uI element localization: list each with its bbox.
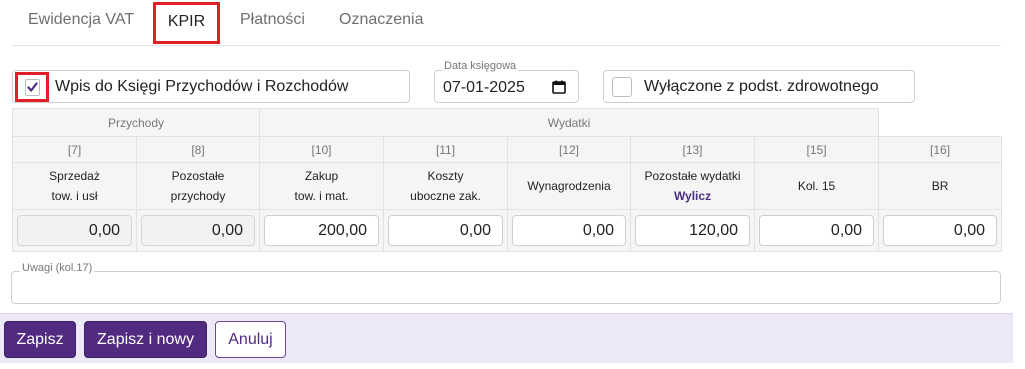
- remarks-input[interactable]: [11, 271, 1001, 304]
- col-title: Pozostałe wydatki: [644, 169, 741, 183]
- excluded-health-checkbox-field[interactable]: Wyłączone z podst. zdrowotnego: [603, 70, 915, 103]
- col-num: [12]: [507, 136, 631, 163]
- col-header-kol15: Kol. 15: [753, 162, 880, 210]
- col-header-br: BR: [878, 162, 1003, 210]
- tab-oznaczenia[interactable]: Oznaczenia: [339, 0, 424, 40]
- col-header-sprzedaz: Sprzedaż tow. i usł: [12, 162, 137, 210]
- group-przychody: Przychody: [12, 108, 260, 137]
- date-field-label: Data księgowa: [442, 60, 519, 72]
- col-header-zakup: Zakup tow. i mat.: [259, 162, 384, 210]
- tab-ewidencja-vat[interactable]: Ewidencja VAT: [28, 0, 134, 40]
- check-icon: [27, 82, 38, 92]
- excluded-health-label: Wyłączone z podst. zdrowotnego: [644, 78, 879, 95]
- tab-bar: Ewidencja VAT KPIR Płatności Oznaczenia: [12, 0, 1001, 46]
- value-field-pozostale-przychody[interactable]: 0,00: [141, 215, 255, 246]
- col-subtitle: tow. i mat.: [294, 189, 349, 203]
- calendar-icon[interactable]: [552, 80, 566, 94]
- kpir-columns-grid: Przychody Wydatki [7] [8] [10] [11] [12]…: [12, 108, 1003, 252]
- date-field[interactable]: 07-01-2025: [434, 70, 579, 103]
- cancel-button[interactable]: Anuluj: [215, 321, 286, 358]
- col-num: [13]: [630, 136, 755, 163]
- excluded-health-checkbox[interactable]: [612, 77, 632, 97]
- kpir-entry-checkbox[interactable]: [25, 79, 40, 96]
- tab-platnosci[interactable]: Płatności: [240, 0, 305, 40]
- col-title: Koszty: [427, 169, 464, 183]
- col-num: [16]: [878, 136, 1003, 163]
- col-subtitle: uboczne zak.: [410, 189, 481, 203]
- wylicz-link[interactable]: Wylicz: [631, 186, 754, 206]
- checkbox-highlight: [15, 72, 49, 102]
- tab-kpir[interactable]: KPIR: [153, 2, 220, 44]
- col-subtitle: tow. i usł: [51, 189, 98, 203]
- col-num: [15]: [753, 136, 880, 163]
- col-num: [7]: [12, 136, 137, 163]
- footer-bar: Zapisz Zapisz i nowy Anuluj: [0, 313, 1013, 363]
- group-wydatki: Wydatki: [258, 108, 880, 137]
- col-num: [11]: [383, 136, 508, 163]
- value-field-kol15[interactable]: 0,00: [759, 215, 875, 246]
- col-title: Pozostałe: [171, 169, 225, 183]
- col-title: Zakup: [304, 169, 339, 183]
- value-field-sprzedaz[interactable]: 0,00: [17, 215, 132, 246]
- value-field-koszty[interactable]: 0,00: [388, 215, 503, 246]
- value-field-pozostale-wydatki[interactable]: 120,00: [635, 215, 750, 246]
- save-button[interactable]: Zapisz: [4, 321, 76, 358]
- col-num: [8]: [136, 136, 260, 163]
- value-field-br[interactable]: 0,00: [883, 215, 998, 246]
- kpir-entry-checkbox-field[interactable]: Wpis do Księgi Przychodów i Rozchodów: [12, 70, 410, 103]
- date-value[interactable]: 07-01-2025: [443, 71, 525, 104]
- col-header-koszty: Koszty uboczne zak.: [383, 162, 508, 210]
- col-header-pozostale-wydatki: Pozostałe wydatki Wylicz: [630, 162, 755, 210]
- kpir-entry-label: Wpis do Księgi Przychodów i Rozchodów: [55, 78, 349, 95]
- col-header-wynagrodzenia: Wynagrodzenia: [507, 162, 631, 210]
- col-subtitle: przychody: [170, 189, 226, 203]
- col-title: Sprzedaż: [49, 169, 100, 183]
- value-field-zakup[interactable]: 200,00: [264, 215, 379, 246]
- save-and-new-button[interactable]: Zapisz i nowy: [84, 321, 207, 358]
- value-field-wynagrodzenia[interactable]: 0,00: [512, 215, 626, 246]
- col-title: Kol. 15: [797, 179, 836, 193]
- remarks-label: Uwagi (kol.17): [20, 262, 95, 274]
- col-title: BR: [931, 179, 949, 193]
- col-num: [10]: [259, 136, 384, 163]
- col-title: Wynagrodzenia: [527, 179, 611, 193]
- col-header-pozostale-przychody: Pozostałe przychody: [136, 162, 260, 210]
